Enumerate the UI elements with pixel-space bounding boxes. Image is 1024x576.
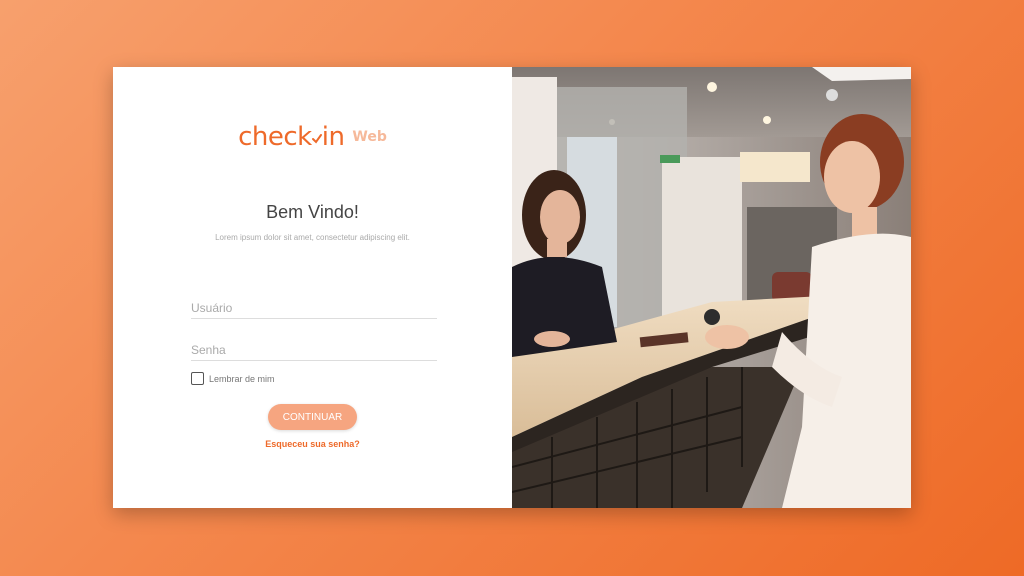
reception-illustration — [512, 67, 911, 508]
login-panel: check in Web Bem Vindo! Lorem ipsum dolor … — [113, 67, 512, 508]
remember-label: Lembrar de mim — [209, 373, 275, 384]
logo-text-prefix: check — [238, 122, 312, 152]
username-field — [191, 297, 437, 319]
username-input[interactable] — [191, 297, 437, 318]
remember-checkbox[interactable] — [191, 372, 204, 385]
welcome-title: Bem Vindo! — [266, 202, 359, 222]
logo-text-suffix: in — [321, 122, 345, 152]
hotel-reception-photo — [512, 67, 911, 508]
remember-me[interactable]: Lembrar de mim — [191, 372, 275, 385]
logo-sub-text: Web — [352, 129, 387, 145]
login-card: check in Web Bem Vindo! Lorem ipsum dolor … — [113, 67, 911, 508]
welcome-subtitle: Lorem ipsum dolor sit amet, consectetur … — [215, 233, 410, 242]
password-field — [191, 339, 437, 361]
password-input[interactable] — [191, 339, 437, 360]
continue-button[interactable]: CONTINUAR — [268, 404, 357, 430]
forgot-password-link[interactable]: Esqueceu sua senha? — [113, 439, 512, 449]
checkin-logo: check in Web — [113, 122, 512, 152]
